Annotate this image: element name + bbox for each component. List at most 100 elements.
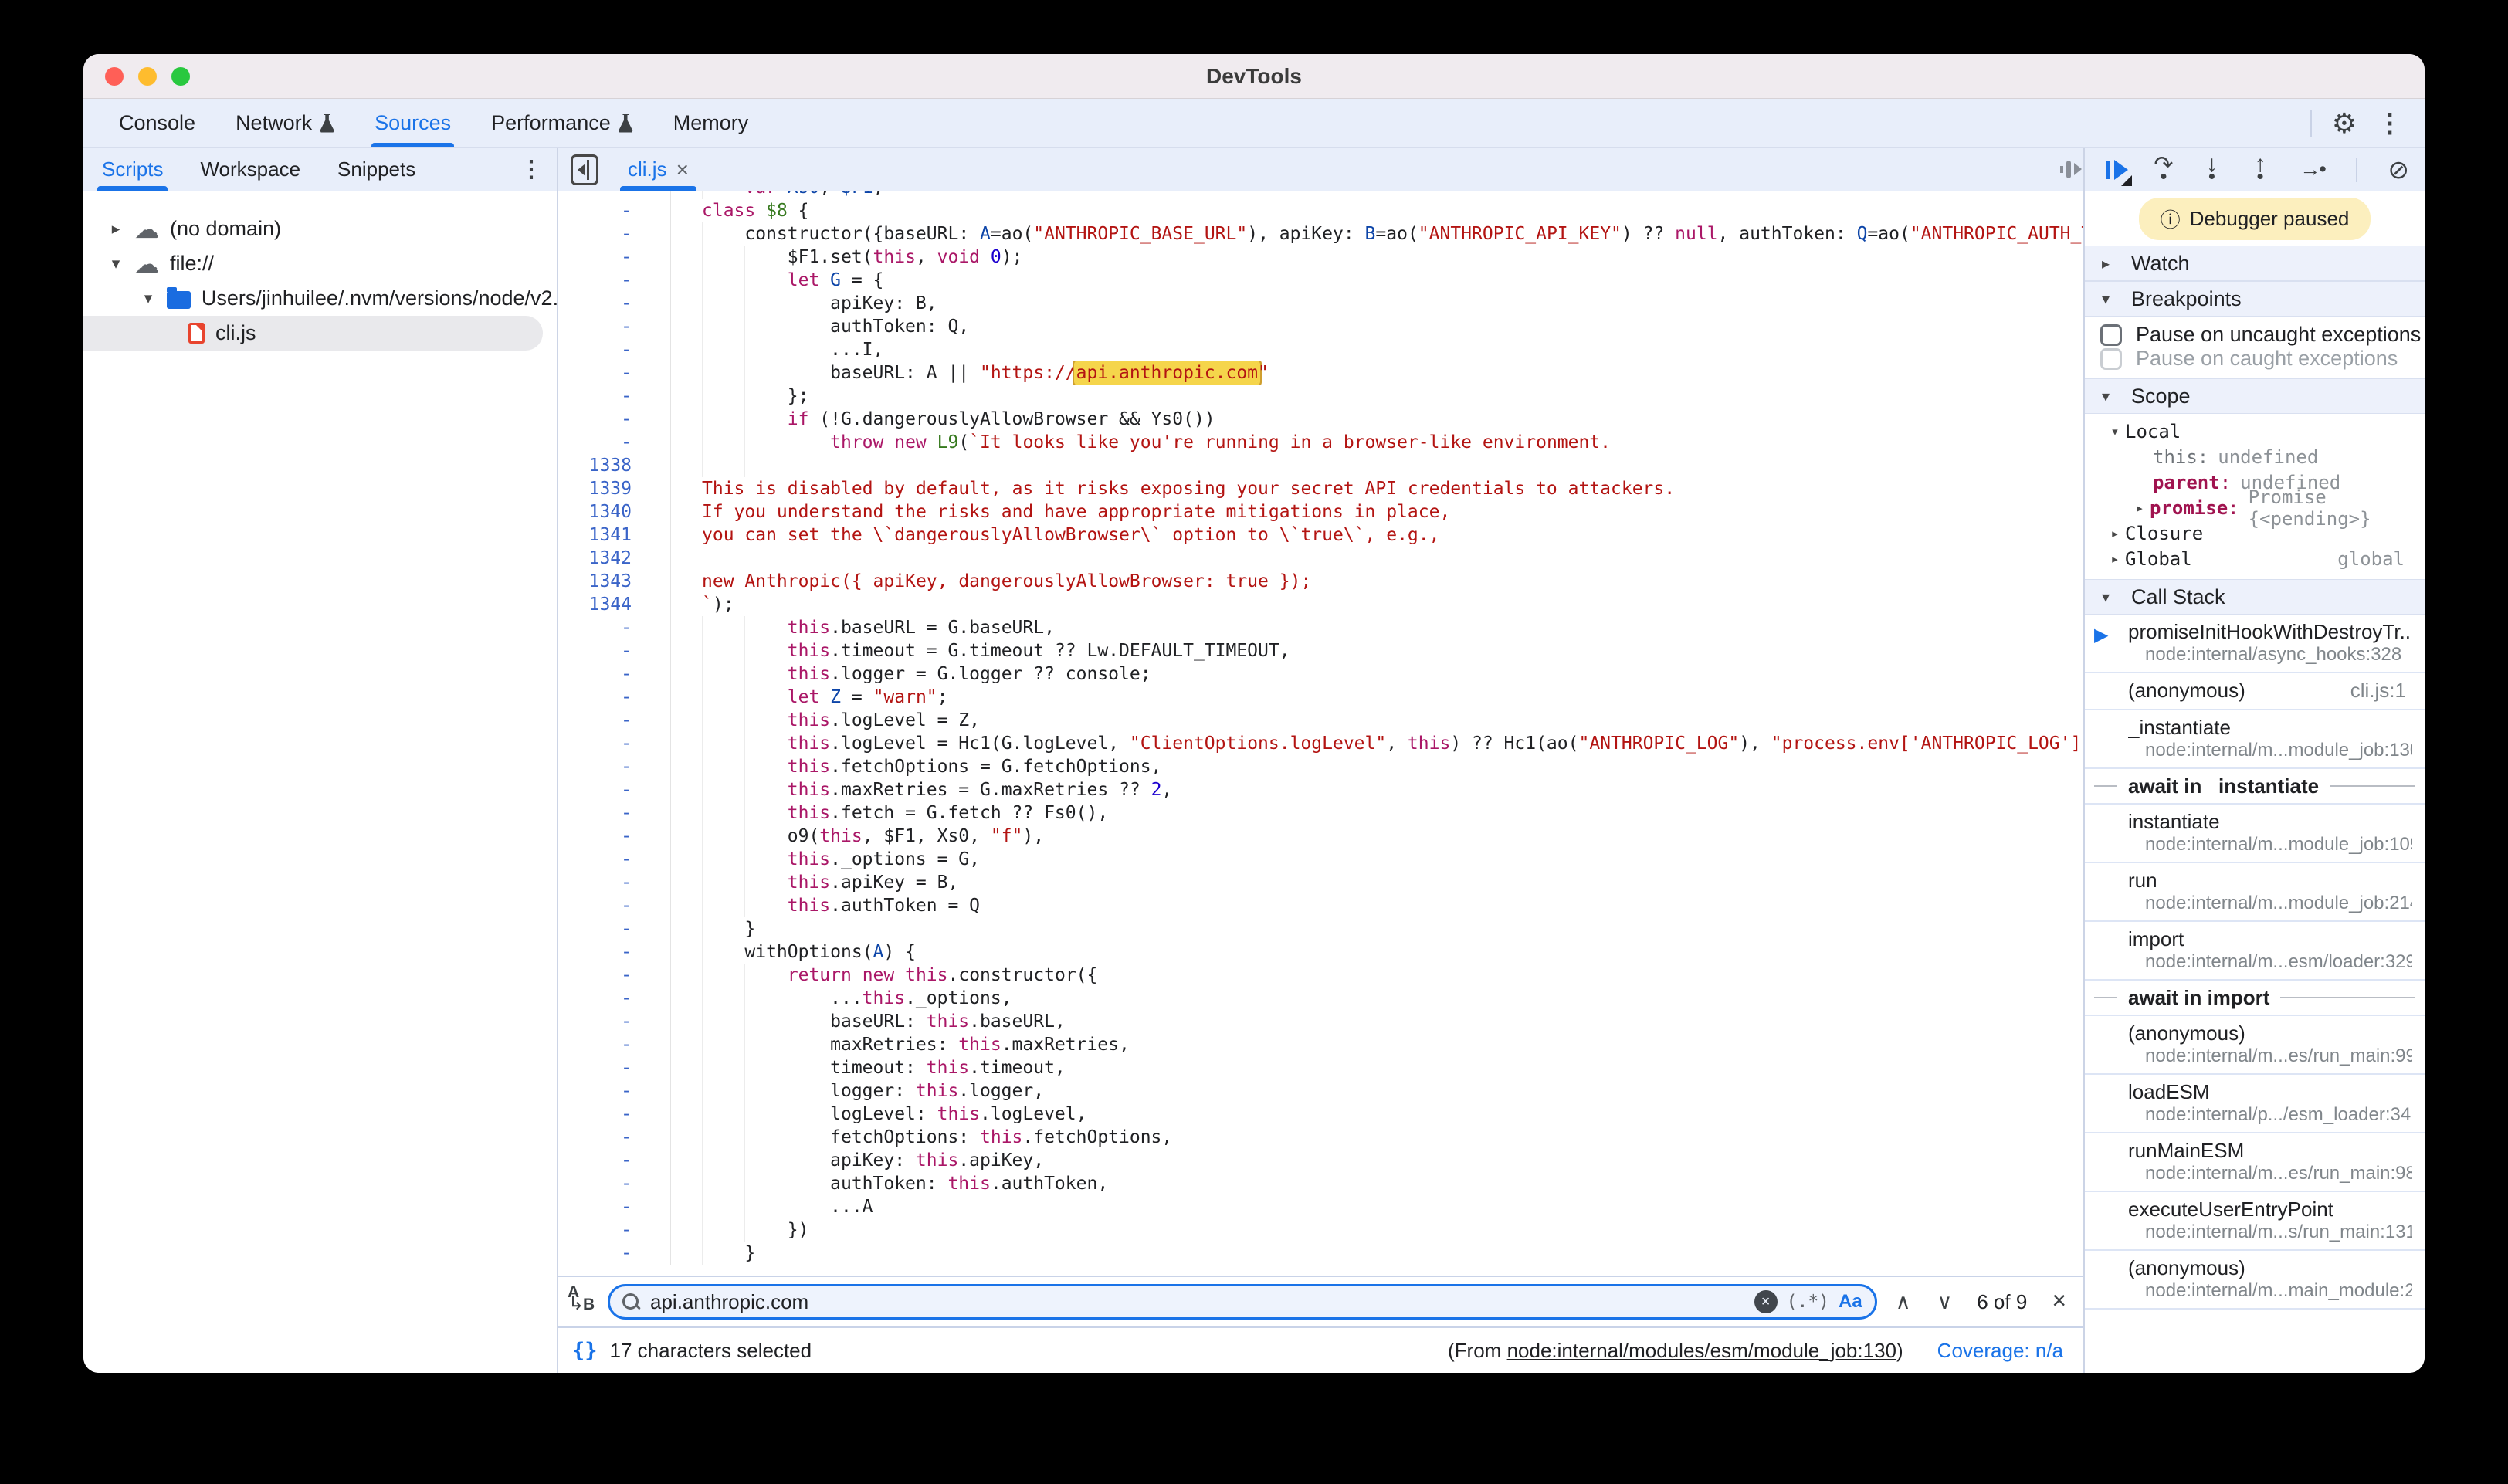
- line-gutter[interactable]: -: [558, 940, 671, 964]
- line-gutter[interactable]: -: [558, 1149, 671, 1172]
- navigator-more-icon[interactable]: ⋮: [520, 156, 557, 183]
- navigator-tab-snippets[interactable]: Snippets: [319, 148, 434, 191]
- line-gutter[interactable]: -: [558, 778, 671, 801]
- tab-sources[interactable]: Sources: [354, 99, 471, 147]
- close-window-button[interactable]: [105, 67, 124, 86]
- step-icon[interactable]: →•: [2300, 158, 2324, 181]
- scope-section-header[interactable]: ▾ Scope: [2085, 378, 2425, 414]
- tab-console[interactable]: Console: [99, 99, 215, 147]
- chevron-right-icon[interactable]: ▸: [2130, 500, 2150, 517]
- chevron-right-icon[interactable]: ▸: [108, 219, 124, 239]
- minimize-window-button[interactable]: [138, 67, 157, 86]
- line-gutter[interactable]: -: [558, 662, 671, 686]
- previous-match-icon[interactable]: ∧: [1888, 1290, 1919, 1314]
- line-gutter[interactable]: -: [558, 191, 671, 199]
- line-gutter[interactable]: 1341: [558, 523, 671, 547]
- editor-tab-cli-js[interactable]: cli.js ×: [612, 148, 704, 191]
- line-gutter[interactable]: -: [558, 408, 671, 431]
- step-over-icon[interactable]: ↷•: [2155, 156, 2173, 184]
- line-gutter[interactable]: 1343: [558, 570, 671, 593]
- line-gutter[interactable]: -: [558, 292, 671, 315]
- deactivate-breakpoints-icon[interactable]: ⊘: [2388, 154, 2409, 185]
- more-options-icon[interactable]: ⋮: [2377, 108, 2403, 139]
- match-case-toggle-icon[interactable]: Aa: [1839, 1291, 1862, 1313]
- line-gutter[interactable]: -: [558, 361, 671, 385]
- line-gutter[interactable]: -: [558, 732, 671, 755]
- step-into-icon[interactable]: ↓•: [2203, 156, 2221, 184]
- step-out-icon[interactable]: ↑•: [2252, 156, 2269, 184]
- line-gutter[interactable]: -: [558, 616, 671, 639]
- pretty-print-icon[interactable]: {}: [572, 1339, 598, 1363]
- tree-item-cli-js[interactable]: cli.js: [83, 316, 543, 351]
- call-stack-frame[interactable]: (anonymous)node:internal/m...es/run_main…: [2085, 1016, 2425, 1075]
- call-stack-frame[interactable]: _instantiatenode:internal/m...module_job…: [2085, 710, 2425, 769]
- tree-item-no-domain[interactable]: ▸ ☁ (no domain): [83, 212, 557, 246]
- line-gutter[interactable]: -: [558, 1218, 671, 1242]
- line-gutter[interactable]: 1344: [558, 593, 671, 616]
- call-stack-frame[interactable]: importnode:internal/m...esm/loader:329: [2085, 922, 2425, 981]
- next-match-icon[interactable]: ∨: [1929, 1290, 1960, 1314]
- line-gutter[interactable]: -: [558, 385, 671, 408]
- close-tab-icon[interactable]: ×: [676, 158, 689, 182]
- source-code-viewer[interactable]: -var Xs0, $F1;-class $8 {-constructor({b…: [558, 191, 2083, 1276]
- call-stack-frame[interactable]: runMainESMnode:internal/m...es/run_main:…: [2085, 1133, 2425, 1192]
- line-gutter[interactable]: -: [558, 222, 671, 246]
- line-gutter[interactable]: -: [558, 1056, 671, 1079]
- call-stack-frame[interactable]: (anonymous)cli.js:1: [2085, 673, 2425, 710]
- zoom-window-button[interactable]: [171, 67, 190, 86]
- line-gutter[interactable]: -: [558, 1172, 671, 1195]
- line-gutter[interactable]: -: [558, 755, 671, 778]
- call-stack-frame[interactable]: runnode:internal/m...module_job:214: [2085, 863, 2425, 922]
- line-gutter[interactable]: -: [558, 917, 671, 940]
- line-gutter[interactable]: 1340: [558, 500, 671, 523]
- callstack-section-header[interactable]: ▾ Call Stack: [2085, 579, 2425, 615]
- line-gutter[interactable]: -: [558, 1010, 671, 1033]
- line-gutter[interactable]: -: [558, 686, 671, 709]
- line-gutter[interactable]: -: [558, 894, 671, 917]
- tab-network[interactable]: Network: [215, 99, 354, 147]
- line-gutter[interactable]: -: [558, 825, 671, 848]
- line-gutter[interactable]: -: [558, 1033, 671, 1056]
- tree-item-file-scheme[interactable]: ▾ ☁ file://: [83, 246, 557, 281]
- line-gutter[interactable]: -: [558, 709, 671, 732]
- close-find-bar-icon[interactable]: ×: [2044, 1286, 2071, 1318]
- hide-navigator-icon[interactable]: [571, 154, 598, 185]
- breakpoints-section-header[interactable]: ▾ Breakpoints: [2085, 281, 2425, 317]
- tab-memory[interactable]: Memory: [653, 99, 769, 147]
- line-gutter[interactable]: -: [558, 801, 671, 825]
- checkbox[interactable]: [2100, 324, 2122, 346]
- call-stack-frame[interactable]: ▶promiseInitHookWithDestroyTr...node:int…: [2085, 615, 2425, 673]
- navigator-tab-workspace[interactable]: Workspace: [181, 148, 319, 191]
- line-gutter[interactable]: -: [558, 639, 671, 662]
- line-gutter[interactable]: -: [558, 871, 671, 894]
- line-gutter[interactable]: -: [558, 1242, 671, 1265]
- call-stack-frame[interactable]: (anonymous)node:internal/m...main_module…: [2085, 1251, 2425, 1310]
- scope-variable[interactable]: ▸promise:Promise {<pending>}: [2085, 495, 2425, 520]
- settings-gear-icon[interactable]: ⚙: [2332, 107, 2357, 140]
- line-gutter[interactable]: -: [558, 338, 671, 361]
- tree-item-folder[interactable]: ▾ Users/jinhuilee/.nvm/versions/node/v2.…: [83, 281, 557, 316]
- line-gutter[interactable]: -: [558, 1103, 671, 1126]
- clear-search-icon[interactable]: ×: [1754, 1290, 1778, 1313]
- call-stack-frame[interactable]: loadESMnode:internal/p.../esm_loader:34: [2085, 1075, 2425, 1133]
- search-input[interactable]: × (.*) Aa: [608, 1284, 1877, 1320]
- hide-debugger-sidebar-icon[interactable]: [2066, 161, 2071, 178]
- line-gutter[interactable]: 1339: [558, 477, 671, 500]
- line-gutter[interactable]: -: [558, 269, 671, 292]
- line-gutter[interactable]: 1338: [558, 454, 671, 477]
- line-gutter[interactable]: 1342: [558, 547, 671, 570]
- line-gutter[interactable]: -: [558, 315, 671, 338]
- line-gutter[interactable]: -: [558, 431, 671, 454]
- line-gutter[interactable]: -: [558, 1079, 671, 1103]
- scope-local[interactable]: ▾ Local: [2085, 418, 2425, 444]
- call-stack-frame[interactable]: instantiatenode:internal/m...module_job:…: [2085, 805, 2425, 863]
- scope-global[interactable]: ▸ Global global: [2085, 546, 2425, 571]
- call-stack-frame[interactable]: executeUserEntryPointnode:internal/m...s…: [2085, 1192, 2425, 1251]
- line-gutter[interactable]: -: [558, 964, 671, 987]
- line-gutter[interactable]: -: [558, 246, 671, 269]
- line-gutter[interactable]: -: [558, 1195, 671, 1218]
- scope-variable[interactable]: this:undefined: [2085, 444, 2425, 469]
- regex-toggle-icon[interactable]: (.*): [1787, 1292, 1829, 1312]
- chevron-down-icon[interactable]: ▾: [108, 254, 124, 273]
- resume-script-icon[interactable]: [2106, 158, 2124, 181]
